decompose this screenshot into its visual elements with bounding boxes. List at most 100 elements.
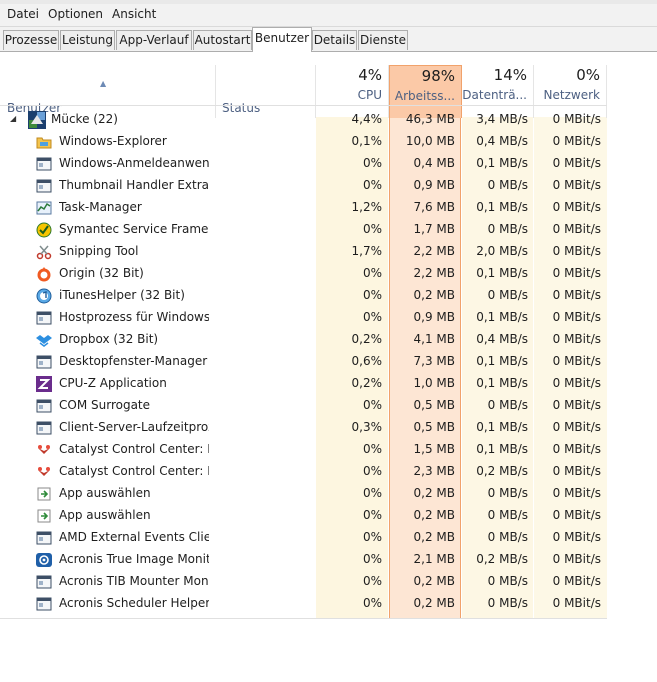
process-disk: 0,4 MB/s xyxy=(476,332,528,346)
process-cpu: 0,2% xyxy=(351,376,383,390)
process-network: 0 MBit/s xyxy=(552,376,601,390)
process-disk: 0 MB/s xyxy=(487,508,528,522)
scissors-icon xyxy=(36,245,52,260)
process-row[interactable]: Hostprozess für Windows-... 0% 0,9 MB 0,1 M… xyxy=(0,307,607,329)
process-memory: 2,2 MB xyxy=(413,266,455,280)
cpuz-icon xyxy=(36,376,52,392)
process-name: Catalyst Control Center: M... xyxy=(59,442,209,456)
menu-datei[interactable]: Datei xyxy=(7,7,39,21)
process-row[interactable]: Thumbnail Handler Extract... 0% 0,9 MB 0 MB… xyxy=(0,175,607,197)
process-memory: 2,1 MB xyxy=(413,552,455,566)
process-disk: 2,0 MB/s xyxy=(476,244,528,258)
user-cpu: 4,4% xyxy=(351,112,383,126)
tab-autostart[interactable]: Autostart xyxy=(193,30,252,50)
process-network: 0 MBit/s xyxy=(552,222,601,236)
process-row[interactable]: Desktopfenster-Manager 0,6% 7,3 MB 0,1 MB/s… xyxy=(0,351,607,373)
tab-benutzer[interactable]: Benutzer xyxy=(252,27,312,52)
process-memory: 0,2 MB xyxy=(413,530,455,544)
process-memory: 0,5 MB xyxy=(413,398,455,412)
process-cpu: 0% xyxy=(362,288,382,302)
process-name: Acronis True Image Monit... xyxy=(59,552,209,566)
process-name: Windows-Explorer xyxy=(59,134,167,148)
process-row[interactable]: Windows-Anmeldeanwen... 0% 0,4 MB 0,1 MB/s 0… xyxy=(0,153,607,175)
user-row[interactable]: ◢ Mücke (22) 4,4% 46,3 MB 3,4 MB/s 0 MBi… xyxy=(0,109,607,131)
process-disk: 0 MB/s xyxy=(487,486,528,500)
process-row[interactable]: Catalyst Control Center: M... 0% 1,5 MB 0,1… xyxy=(0,439,607,461)
catalyst-icon xyxy=(38,467,50,476)
process-memory: 0,5 MB xyxy=(413,420,455,434)
header-cpu-percent: 4% xyxy=(358,66,382,84)
process-memory: 0,9 MB xyxy=(413,178,455,192)
process-memory: 0,2 MB xyxy=(413,288,455,302)
process-row[interactable]: iTunesHelper (32 Bit) 0% 0,2 MB 0 MB/s 0 MBi… xyxy=(0,285,607,307)
process-disk: 0 MB/s xyxy=(487,398,528,412)
collapse-triangle-icon[interactable]: ◢ xyxy=(10,114,16,123)
process-memory: 7,3 MB xyxy=(413,354,455,368)
process-name: Snipping Tool xyxy=(59,244,139,258)
process-disk: 0,1 MB/s xyxy=(476,420,528,434)
process-name: Windows-Anmeldeanwen... xyxy=(59,156,209,170)
process-row[interactable]: Acronis TIB Mounter Moni... 0% 0,2 MB 0 MB/… xyxy=(0,571,607,593)
process-memory: 2,3 MB xyxy=(413,464,455,478)
process-name: CPU-Z Application xyxy=(59,376,167,390)
process-memory: 0,2 MB xyxy=(413,574,455,588)
process-disk: 0 MB/s xyxy=(487,574,528,588)
process-row[interactable]: Task-Manager 1,2% 7,6 MB 0,1 MB/s 0 MBit/s xyxy=(0,197,607,219)
process-row[interactable]: Catalyst Control Center: H... 0% 2,3 MB 0,2… xyxy=(0,461,607,483)
process-row[interactable]: Snipping Tool 1,7% 2,2 MB 2,0 MB/s 0 MBit/s xyxy=(0,241,607,263)
process-name: Catalyst Control Center: H... xyxy=(59,464,209,478)
process-network: 0 MBit/s xyxy=(552,508,601,522)
process-disk: 0,2 MB/s xyxy=(476,464,528,478)
process-network: 0 MBit/s xyxy=(552,530,601,544)
process-row[interactable]: AMD External Events Client... 0% 0,2 MB 0 M… xyxy=(0,527,607,549)
process-row[interactable]: Dropbox (32 Bit) 0,2% 4,1 MB 0,4 MB/s 0 MBit… xyxy=(0,329,607,351)
menu-optionen[interactable]: Optionen xyxy=(48,7,103,21)
process-name: AMD External Events Client... xyxy=(59,530,209,544)
process-cpu: 0% xyxy=(362,486,382,500)
task-manager-icon xyxy=(36,201,52,215)
process-cpu: 0% xyxy=(362,310,382,324)
window-icon xyxy=(36,421,52,435)
process-row[interactable]: App auswählen 0% 0,2 MB 0 MB/s 0 MBit/s xyxy=(0,505,607,527)
process-row[interactable]: Symantec Service Framew... 0% 1,7 MB 0 MB/s… xyxy=(0,219,607,241)
process-name: Thumbnail Handler Extract... xyxy=(59,178,209,192)
menu-ansicht[interactable]: Ansicht xyxy=(112,7,156,21)
process-row[interactable]: COM Surrogate 0% 0,5 MB 0 MB/s 0 MBit/s xyxy=(0,395,607,417)
process-disk: 0 MB/s xyxy=(487,288,528,302)
user-memory: 46,3 MB xyxy=(405,112,455,126)
process-disk: 0,1 MB/s xyxy=(476,376,528,390)
header-divider xyxy=(0,105,607,106)
tab-dienste[interactable]: Dienste xyxy=(358,30,408,50)
process-disk: 0,1 MB/s xyxy=(476,266,528,280)
process-row[interactable]: Acronis True Image Monit... 0% 2,1 MB 0,2 M… xyxy=(0,549,607,571)
process-row[interactable]: Client-Server-Laufzeitproz... 0,3% 0,5 MB 0… xyxy=(0,417,607,439)
header-memory-label: Arbeitss... xyxy=(394,89,455,103)
header-disk-label: Datenträ... xyxy=(462,88,527,102)
process-memory: 0,9 MB xyxy=(413,310,455,324)
process-name: Client-Server-Laufzeitproz... xyxy=(59,420,209,434)
tab-details[interactable]: Details xyxy=(312,30,357,50)
process-name: Acronis TIB Mounter Moni... xyxy=(59,574,209,588)
process-row[interactable]: Origin (32 Bit) 0% 2,2 MB 0,1 MB/s 0 MBit/s xyxy=(0,263,607,285)
process-row[interactable]: App auswählen 0% 0,2 MB 0 MB/s 0 MBit/s xyxy=(0,483,607,505)
tab-leistung[interactable]: Leistung xyxy=(60,30,115,50)
header-network-label: Netzwerk xyxy=(543,88,600,102)
tab-prozesse[interactable]: Prozesse xyxy=(3,30,59,50)
process-row[interactable]: CPU-Z Application 0,2% 1,0 MB 0,1 MB/s 0 MBi… xyxy=(0,373,607,395)
process-network: 0 MBit/s xyxy=(552,442,601,456)
process-cpu: 0% xyxy=(362,222,382,236)
tab-app-verlauf[interactable]: App-Verlauf xyxy=(116,30,192,50)
process-row[interactable]: Windows-Explorer 0,1% 10,0 MB 0,4 MB/s 0 MBi… xyxy=(0,131,607,153)
origin-icon xyxy=(37,267,51,282)
process-name: COM Surrogate xyxy=(59,398,151,412)
process-disk: 0,1 MB/s xyxy=(476,200,528,214)
process-memory: 10,0 MB xyxy=(405,134,455,148)
header-cpu-label: CPU xyxy=(357,88,382,102)
process-memory: 1,7 MB xyxy=(413,222,455,236)
process-memory: 0,2 MB xyxy=(413,486,455,500)
process-disk: 0,1 MB/s xyxy=(476,354,528,368)
symantec-icon xyxy=(36,222,52,238)
process-row[interactable]: Acronis Scheduler Helper 0% 0,2 MB 0 MB/s 0 … xyxy=(0,593,607,615)
process-memory: 1,0 MB xyxy=(413,376,455,390)
process-network: 0 MBit/s xyxy=(552,266,601,280)
